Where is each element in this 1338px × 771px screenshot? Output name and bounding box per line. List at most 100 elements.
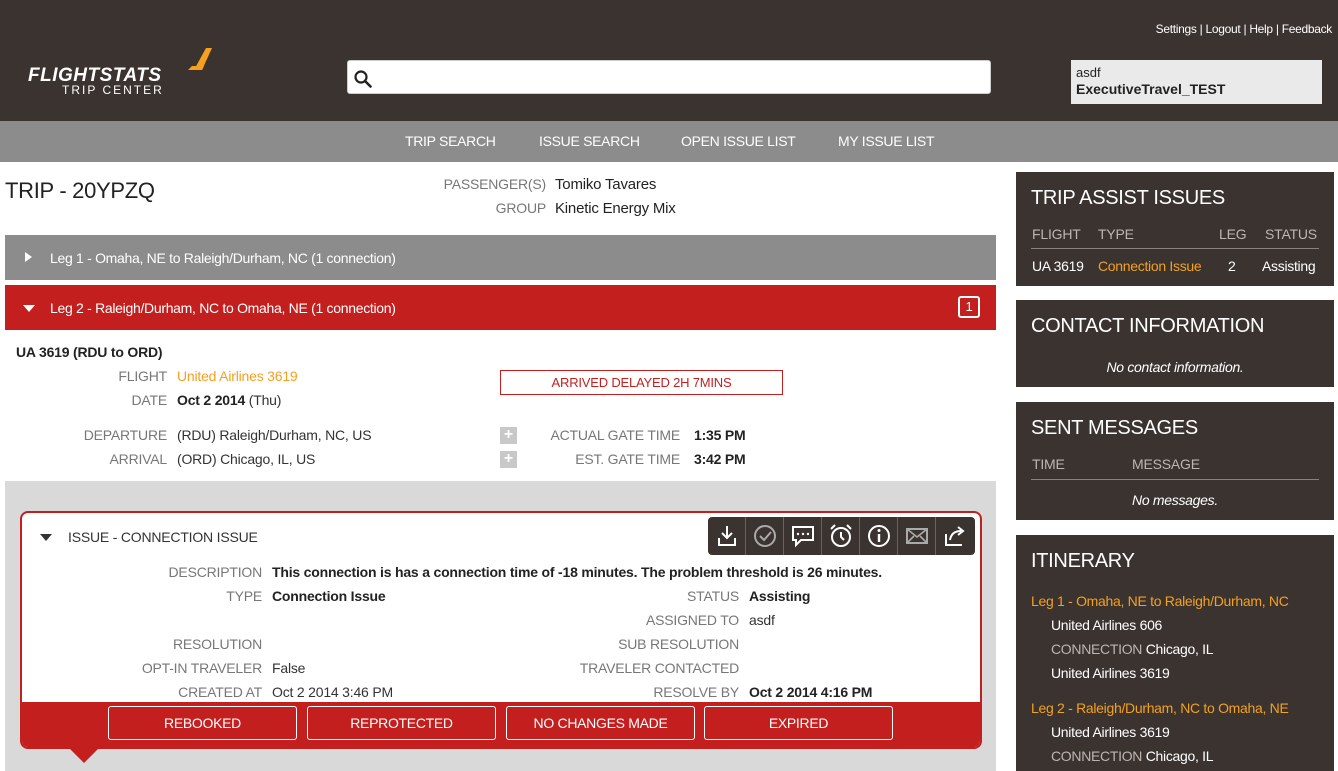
help-link[interactable]: Help <box>1249 22 1273 36</box>
logo-sub-text: TRIP CENTER <box>62 83 164 97</box>
share-icon[interactable] <box>936 517 974 555</box>
expired-button[interactable]: EXPIRED <box>704 706 893 740</box>
logout-link[interactable]: Logout <box>1206 22 1241 36</box>
connection-city: Chicago, IL <box>1145 641 1214 657</box>
expand-arrow-icon <box>25 252 32 262</box>
settings-link[interactable]: Settings <box>1156 22 1197 36</box>
expand-arrival-plus-icon[interactable]: + <box>500 451 517 468</box>
passenger-label: PASSENGER(S) <box>443 176 547 192</box>
messages-empty: No messages. <box>1132 492 1218 508</box>
status-label: STATUS <box>687 588 739 604</box>
nav-my-issue-list[interactable]: MY ISSUE LIST <box>838 133 935 149</box>
contacted-label: TRAVELER CONTACTED <box>579 660 739 676</box>
itinerary-title: ITINERARY <box>1031 550 1135 572</box>
contact-empty: No contact information. <box>1106 359 1244 375</box>
itinerary-leg-2[interactable]: Leg 2 - Raleigh/Durham, NC to Omaha, NE <box>1031 700 1289 716</box>
flight-heading: UA 3619 (RDU to ORD) <box>16 344 163 360</box>
search-input[interactable] <box>382 65 982 89</box>
departure-label: DEPARTURE <box>83 427 167 443</box>
actual-gate-value: 1:35 PM <box>694 427 746 443</box>
messages-panel: SENT MESSAGES TIME MESSAGE No messages. <box>1016 402 1334 520</box>
contact-title: CONTACT INFORMATION <box>1031 315 1265 337</box>
info-icon[interactable] <box>860 517 898 555</box>
connection-label: CONNECTION <box>1051 641 1143 657</box>
user-name: asdf <box>1076 65 1101 80</box>
reprotected-button[interactable]: REPROTECTED <box>307 706 496 740</box>
optin-value: False <box>272 660 306 676</box>
optin-label: OPT-IN TRAVELER <box>141 660 262 676</box>
itinerary-leg-1[interactable]: Leg 1 - Omaha, NE to Raleigh/Durham, NC <box>1031 593 1289 609</box>
status-banner: ARRIVED DELAYED 2H 7MINS <box>500 370 783 395</box>
feedback-link[interactable]: Feedback <box>1282 22 1333 36</box>
connection-label: CONNECTION <box>1051 748 1143 764</box>
date-value: Oct 2 2014 (Thu) <box>177 392 281 408</box>
issue-count-badge: 1 <box>958 296 980 318</box>
group-value: Kinetic Energy Mix <box>555 200 676 217</box>
divider <box>1031 248 1319 249</box>
actual-gate-label: ACTUAL GATE TIME <box>550 427 680 443</box>
flight-label: FLIGHT <box>118 368 167 384</box>
itinerary-leg-1-flight-1: United Airlines 606 <box>1051 617 1163 633</box>
contact-panel: CONTACT INFORMATION No contact informati… <box>1016 300 1334 387</box>
row-type-link[interactable]: Connection Issue <box>1098 258 1202 274</box>
leg-1-label: Leg 1 - Omaha, NE to Raleigh/Durham, NC … <box>50 250 396 266</box>
trip-assist-panel: TRIP ASSIST ISSUES FLIGHT TYPE LEG STATU… <box>1016 172 1334 286</box>
page-title: TRIP - 20YPZQ <box>5 178 155 203</box>
col-flight: FLIGHT <box>1032 226 1081 242</box>
itinerary-leg-2-flight-1: United Airlines 3619 <box>1051 724 1170 740</box>
col-leg: LEG <box>1219 226 1247 242</box>
collapse-issue-arrow-icon[interactable] <box>40 534 52 541</box>
arrival-label: ARRIVAL <box>109 451 168 467</box>
resolve-label: RESOLVE BY <box>653 684 739 700</box>
row-leg: 2 <box>1228 258 1236 274</box>
col-status: STATUS <box>1265 226 1317 242</box>
search-box[interactable] <box>347 60 991 94</box>
no-changes-made-button[interactable]: NO CHANGES MADE <box>506 706 695 740</box>
header-links: Settings | Logout | Help | Feedback <box>1155 22 1333 36</box>
leg-2-label: Leg 2 - Raleigh/Durham, NC to Omaha, NE … <box>50 300 396 316</box>
issue-card-pointer <box>70 749 98 763</box>
rebooked-button[interactable]: REBOOKED <box>108 706 297 740</box>
est-gate-label: EST. GATE TIME <box>575 451 680 467</box>
check-circle-icon[interactable] <box>746 517 784 555</box>
status-value: Assisting <box>749 588 811 604</box>
est-gate-value: 3:42 PM <box>694 451 746 467</box>
nav-open-issue-list[interactable]: OPEN ISSUE LIST <box>681 133 796 149</box>
divider <box>1031 479 1319 480</box>
itinerary-leg-1-connection: CONNECTION Chicago, IL <box>1051 641 1214 657</box>
search-icon <box>354 70 372 88</box>
leg-2-header[interactable]: Leg 2 - Raleigh/Durham, NC to Omaha, NE … <box>5 285 996 330</box>
row-status: Assisting <box>1262 258 1316 274</box>
top-header: FLIGHTSTATS TRIP CENTER Settings | Logou… <box>0 0 1338 121</box>
issue-action-bar: REBOOKED REPROTECTED NO CHANGES MADE EXP… <box>22 702 980 747</box>
departure-value: (RDU) Raleigh/Durham, NC, US <box>177 427 372 443</box>
arrival-value: (ORD) Chicago, IL, US <box>177 451 316 467</box>
chat-icon[interactable] <box>784 517 822 555</box>
nav-issue-search[interactable]: ISSUE SEARCH <box>539 133 640 149</box>
flight-link[interactable]: United Airlines 3619 <box>177 368 298 384</box>
date-bold: Oct 2 2014 <box>177 392 246 408</box>
issue-actions-toolbar <box>708 517 975 555</box>
itinerary-leg-1-flight-2: United Airlines 3619 <box>1051 665 1170 681</box>
itinerary-panel: ITINERARY Leg 1 - Omaha, NE to Raleigh/D… <box>1016 535 1334 771</box>
expand-departure-plus-icon[interactable]: + <box>500 427 517 444</box>
mail-icon[interactable] <box>898 517 936 555</box>
type-label: TYPE <box>226 588 262 604</box>
leg-1-header[interactable]: Leg 1 - Omaha, NE to Raleigh/Durham, NC … <box>5 235 996 280</box>
nav-trip-search[interactable]: TRIP SEARCH <box>405 133 496 149</box>
alarm-clock-icon[interactable] <box>822 517 860 555</box>
sub-resolution-label: SUB RESOLUTION <box>618 636 739 652</box>
assigned-label: ASSIGNED TO <box>646 612 739 628</box>
created-label: CREATED AT <box>178 684 262 700</box>
type-value: Connection Issue <box>272 588 386 604</box>
account-name: ExecutiveTravel_TEST <box>1076 81 1226 97</box>
date-label: DATE <box>131 392 168 408</box>
issue-card: ISSUE - CONNECTION ISSUE DESCRIPTION Thi… <box>20 511 982 749</box>
user-account-box[interactable]: asdf ExecutiveTravel_TEST <box>1071 60 1322 104</box>
col-time: TIME <box>1032 456 1065 472</box>
resolution-label: RESOLUTION <box>172 636 262 652</box>
download-icon[interactable] <box>708 517 746 555</box>
logo[interactable]: FLIGHTSTATS TRIP CENTER <box>28 46 218 98</box>
date-day: (Thu) <box>248 392 282 408</box>
itinerary-leg-2-connection: CONNECTION Chicago, IL <box>1051 748 1214 764</box>
